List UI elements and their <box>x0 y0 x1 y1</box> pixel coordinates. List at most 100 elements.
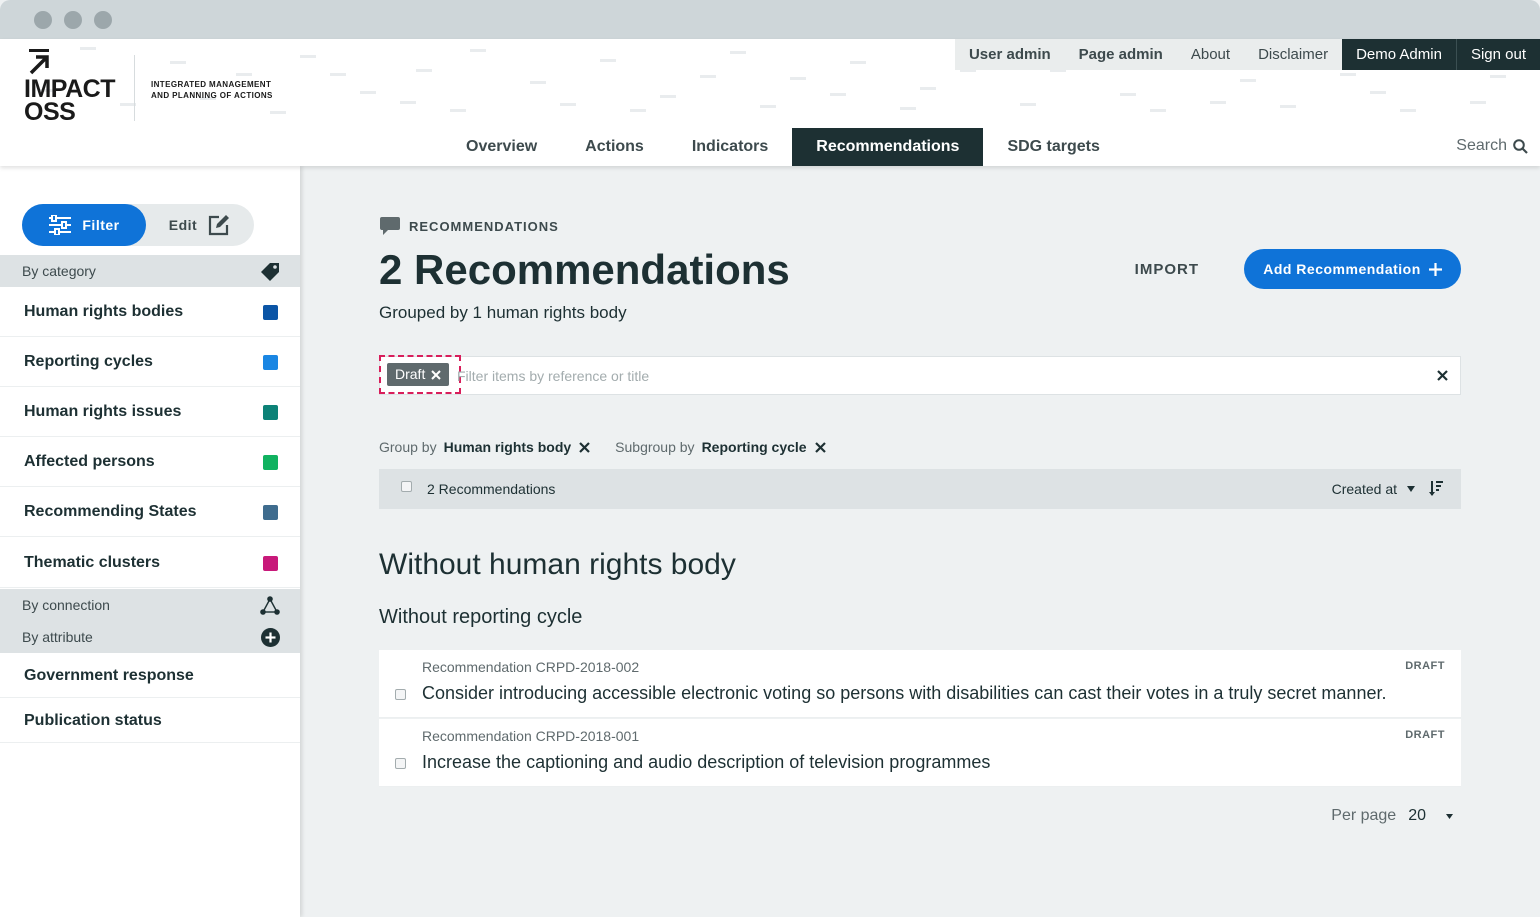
category-color-swatch <box>263 355 278 370</box>
logo-text-oss: OSS <box>24 98 76 126</box>
nav-about[interactable]: About <box>1177 39 1244 70</box>
claim-line-1: INTEGRATED MANAGEMENT <box>151 80 272 89</box>
import-button[interactable]: IMPORT <box>1135 261 1199 278</box>
sign-out-link[interactable]: Sign out <box>1455 39 1540 70</box>
item-reference: Recommendation CRPD-2018-002 <box>422 659 640 675</box>
plus-circle-icon <box>261 628 280 647</box>
search-icon <box>1513 138 1528 154</box>
category-human-rights-issues[interactable]: Human rights issues <box>0 387 300 437</box>
subgroup-by-value[interactable]: Reporting cycle <box>702 439 807 455</box>
header-pattern-dash <box>1280 105 1296 108</box>
list-item[interactable]: Recommendation CRPD-2018-002 Consider in… <box>379 650 1461 718</box>
category-color-swatch <box>263 455 278 470</box>
header-pattern-dash <box>1340 73 1356 76</box>
search-placeholder[interactable]: Filter items by reference or title <box>457 368 649 384</box>
category-reporting-cycles[interactable]: Reporting cycles <box>0 337 300 387</box>
per-page-control: Per page 20 <box>1331 807 1453 825</box>
subgroup-by-label: Subgroup by <box>615 439 695 455</box>
header-pattern-dash <box>1490 75 1506 78</box>
item-title[interactable]: Consider introducing accessible electron… <box>422 683 1386 704</box>
header-pattern-dash <box>630 109 646 112</box>
add-recommendation-button[interactable]: Add Recommendation <box>1244 249 1461 289</box>
header-pattern-dash <box>270 111 286 114</box>
search-button[interactable]: Search <box>1456 137 1528 155</box>
header-pattern-dash <box>1470 101 1486 104</box>
sort-order-icon[interactable] <box>1429 480 1443 497</box>
select-all-checkbox[interactable] <box>401 481 412 492</box>
clear-search-icon[interactable] <box>1437 370 1448 381</box>
header-pattern-dash <box>236 73 252 76</box>
list-item[interactable]: Recommendation CRPD-2018-001 Increase th… <box>379 719 1461 787</box>
item-checkbox[interactable] <box>395 689 406 700</box>
window-minimize-dot[interactable] <box>64 11 82 29</box>
header-pattern-dash <box>1020 103 1036 106</box>
item-title[interactable]: Increase the captioning and audio descri… <box>422 752 990 773</box>
category-label: Reporting cycles <box>24 353 153 370</box>
sort-control[interactable]: Created at <box>1332 480 1443 497</box>
group-heading: Without human rights body <box>379 548 736 581</box>
filter-mode-button[interactable]: Filter <box>22 204 146 246</box>
remove-group-icon[interactable] <box>579 441 590 453</box>
nav-page-admin[interactable]: Page admin <box>1065 39 1177 70</box>
remove-filter-icon[interactable] <box>431 369 442 380</box>
per-page-select[interactable]: 20 <box>1408 807 1426 825</box>
category-color-swatch <box>263 505 278 520</box>
header-pattern-dash <box>170 61 186 64</box>
window-maximize-dot[interactable] <box>94 11 112 29</box>
header-pattern-dash <box>470 49 486 52</box>
tab-recommendations[interactable]: Recommendations <box>792 128 984 166</box>
header-pattern-dash <box>700 75 716 78</box>
browser-titlebar <box>0 0 1540 39</box>
category-affected-persons[interactable]: Affected persons <box>0 437 300 487</box>
edit-mode-button[interactable]: Edit <box>146 204 254 246</box>
sliders-icon <box>49 215 72 235</box>
attribute-government-response[interactable]: Government response <box>0 653 300 698</box>
nav-disclaimer[interactable]: Disclaimer <box>1244 39 1342 70</box>
tab-sdg-targets[interactable]: SDG targets <box>983 128 1123 166</box>
filter-search-bar[interactable]: Draft Filter items by reference or title <box>379 355 1461 395</box>
site-claim: INTEGRATED MANAGEMENT AND PLANNING OF AC… <box>151 79 273 101</box>
header-pattern-dash <box>920 87 936 90</box>
tab-actions[interactable]: Actions <box>561 128 668 166</box>
item-reference: Recommendation CRPD-2018-001 <box>422 728 640 744</box>
plus-icon <box>1428 262 1442 276</box>
header-pattern-dash <box>1370 91 1386 94</box>
header-pattern-dash <box>1150 109 1166 112</box>
tab-overview[interactable]: Overview <box>442 128 561 166</box>
brand-logo[interactable]: IMPACT OSS <box>24 49 134 125</box>
subgroup-heading: Without reporting cycle <box>379 606 583 628</box>
filter-mode-label: Filter <box>82 217 120 233</box>
category-human-rights-bodies[interactable]: Human rights bodies <box>0 287 300 337</box>
nav-account-name[interactable]: Demo Admin <box>1342 39 1456 70</box>
item-checkbox[interactable] <box>395 758 406 769</box>
category-label: Human rights bodies <box>24 303 184 320</box>
caret-down-icon <box>1407 485 1415 492</box>
per-page-label: Per page <box>1331 807 1397 824</box>
by-attribute-header: By attribute <box>0 621 300 653</box>
category-thematic-clusters[interactable]: Thematic clusters <box>0 538 300 588</box>
site-header: IMPACT OSS INTEGRATED MANAGEMENT AND PLA… <box>0 39 1540 166</box>
category-color-swatch <box>263 305 278 320</box>
page-subtitle: Grouped by 1 human rights body <box>379 303 627 322</box>
active-filter-chip[interactable]: Draft <box>387 363 450 386</box>
remove-subgroup-icon[interactable] <box>814 441 826 453</box>
header-pattern-dash <box>530 81 546 84</box>
header-pattern-dash <box>400 101 416 104</box>
comment-icon <box>380 217 400 235</box>
item-status: DRAFT <box>1405 660 1445 672</box>
caret-down-icon[interactable] <box>1446 813 1453 819</box>
attribute-publication-status[interactable]: Publication status <box>0 698 300 743</box>
edit-icon <box>209 215 230 236</box>
group-by-value[interactable]: Human rights body <box>444 439 572 455</box>
by-attribute-label: By attribute <box>22 629 93 645</box>
connection-icon <box>260 596 280 615</box>
tab-indicators[interactable]: Indicators <box>668 128 792 166</box>
main-navigation: Overview Actions Indicators Recommendati… <box>442 128 1124 166</box>
arrow-logo-icon <box>29 49 49 75</box>
category-recommending-states[interactable]: Recommending States <box>0 487 300 537</box>
nav-user-admin[interactable]: User admin <box>955 39 1065 70</box>
header-pattern-dash <box>450 109 466 112</box>
header-pattern-dash <box>900 107 916 110</box>
window-close-dot[interactable] <box>34 11 52 29</box>
category-label: Human rights issues <box>24 403 182 420</box>
